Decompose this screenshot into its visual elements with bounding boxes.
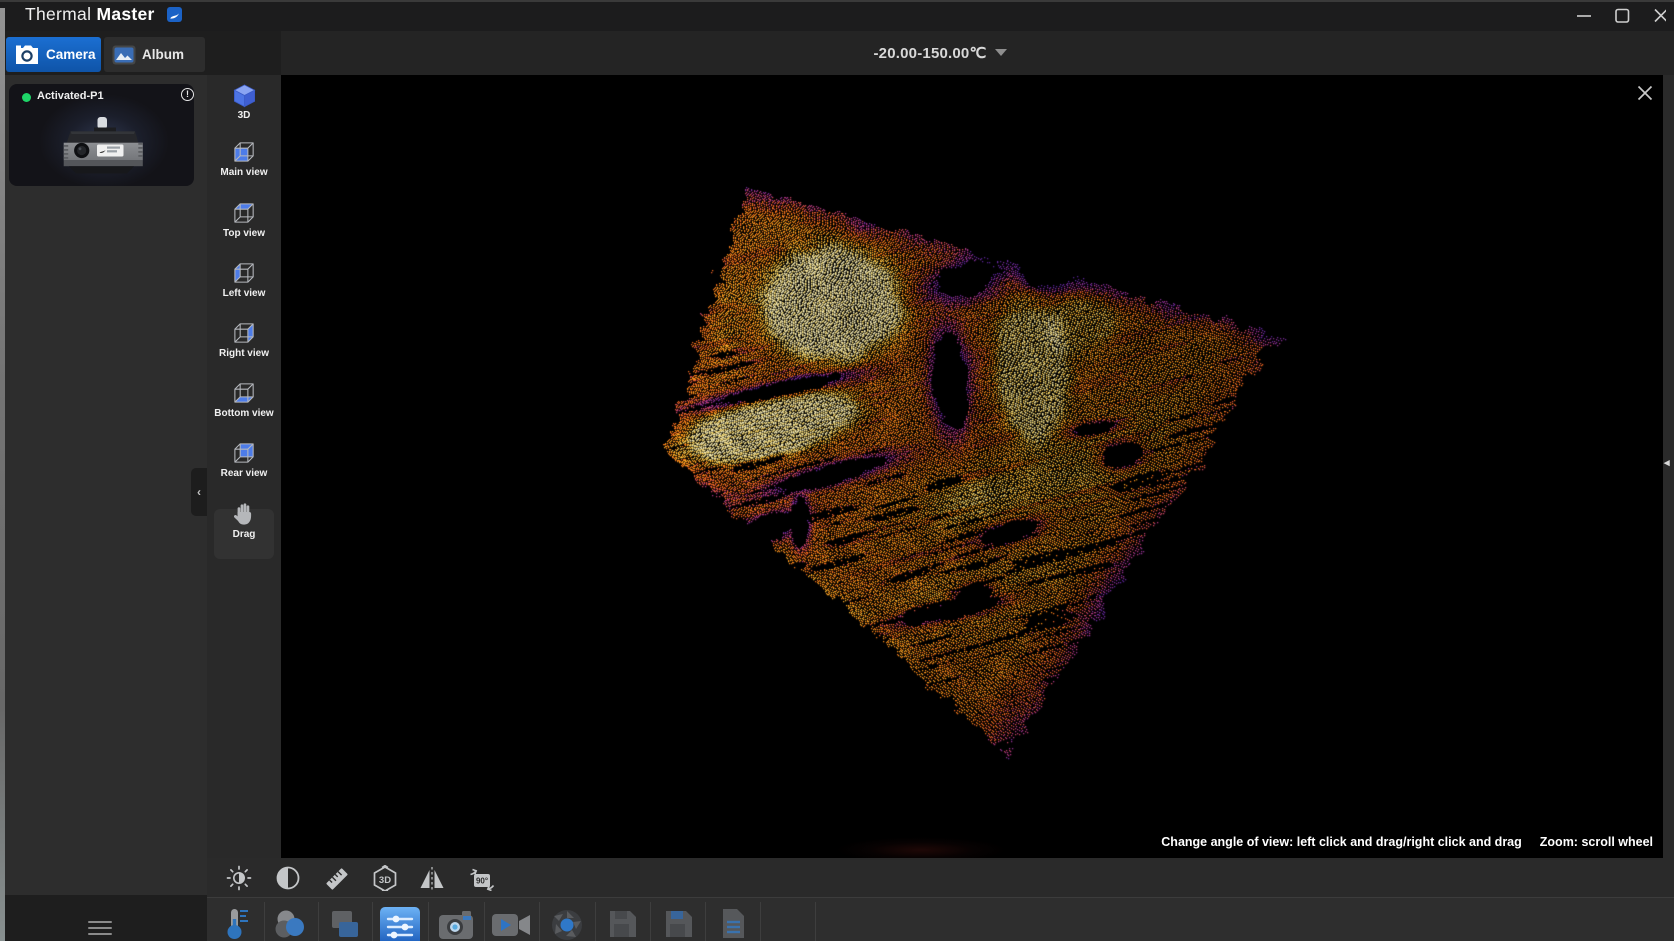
svg-text:90°: 90° [476, 877, 488, 886]
svg-text:3D: 3D [379, 875, 391, 886]
